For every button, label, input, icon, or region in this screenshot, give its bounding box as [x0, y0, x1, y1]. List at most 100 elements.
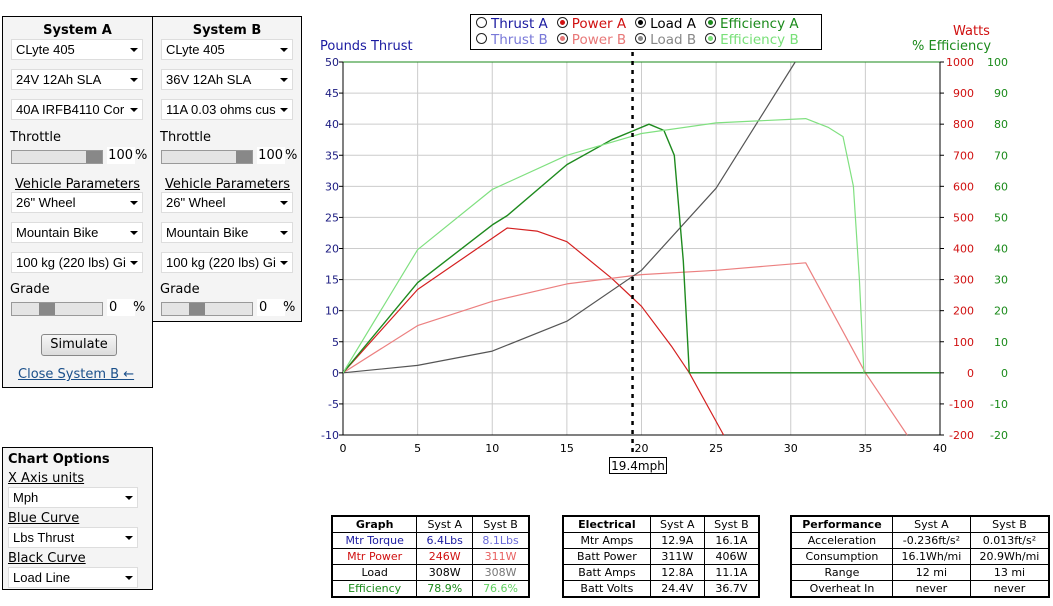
legend-item-load-a[interactable]: Load A: [635, 16, 696, 32]
y-left-tick-label: -5: [328, 398, 339, 411]
header-cell: Syst B: [969, 515, 1050, 533]
graph-table: Graph Syst A Syst B Mtr Torque 6.4Lbs 8.1Lbs M…: [331, 515, 530, 598]
watts-tick-label: 200: [953, 305, 974, 318]
y-left-tick-label: 15: [325, 274, 339, 287]
efficiency-tick-label: 40: [994, 243, 1008, 256]
table-row: Batt Amps 12.8A 11.1A: [562, 564, 760, 581]
table-row: Consumption 16.1Wh/mi 20.9Wh/mi: [790, 548, 1050, 565]
y-left-tick-label: 30: [325, 180, 339, 193]
watts-tick-label: -200: [949, 429, 974, 442]
table-cell: 0.013ft/s²: [969, 532, 1050, 549]
legend-label: Efficiency B: [720, 32, 799, 48]
table-cell: 12 mi: [891, 564, 971, 581]
x-tick-label: 35: [858, 442, 872, 455]
y-left-tick-label: 25: [325, 211, 339, 224]
table-cell: 11.1A: [703, 564, 760, 581]
table-row: Mtr Amps 12.9A 16.1A: [562, 532, 760, 549]
x-tick-label: 30: [784, 442, 798, 455]
legend-label: Thrust B: [491, 32, 548, 48]
radio-button[interactable]: [476, 17, 487, 28]
table-cell: Mtr Amps: [562, 532, 651, 549]
legend-item-thrust-b[interactable]: Thrust B: [476, 32, 548, 48]
x-tick-label: 15: [560, 442, 574, 455]
table-row: Range 12 mi 13 mi: [790, 564, 1050, 581]
table-cell: Batt Power: [562, 548, 651, 565]
radio-button[interactable]: [556, 33, 568, 44]
table-cell: 16.1Wh/mi: [891, 548, 971, 565]
table-cell: Consumption: [790, 548, 893, 565]
table-cell: Load: [331, 564, 418, 581]
table-cell: 311W: [472, 548, 530, 565]
header-cell: Performance: [790, 515, 893, 533]
electrical-table: Electrical Syst A Syst B Mtr Amps 12.9A 16.1A…: [562, 515, 760, 598]
table-row: Mtr Power 246W 311W: [331, 548, 530, 565]
legend-item-thrust-a[interactable]: Thrust A: [476, 16, 548, 32]
legend-item-power-a[interactable]: Power A: [556, 16, 626, 32]
legend-row-b: Thrust B Power B Load B Efficiency B: [476, 32, 808, 48]
table-cell: 6.4Lbs: [416, 532, 474, 549]
legend-label: Thrust A: [491, 16, 548, 32]
radio-button[interactable]: [635, 33, 647, 44]
header-cell: Graph: [331, 515, 418, 533]
table-row: Overheat In never never: [790, 580, 1050, 598]
radio-button[interactable]: [635, 17, 647, 28]
radio-button[interactable]: [476, 33, 487, 44]
table-row: Batt Power 311W 406W: [562, 548, 760, 565]
watts-tick-label: 1000: [946, 56, 974, 69]
y-left-tick-label: 5: [332, 336, 339, 349]
legend-item-efficiency-a[interactable]: Efficiency A: [705, 16, 799, 32]
legend-row-a: Thrust A Power A Load A Efficiency A: [476, 16, 808, 32]
watts-tick-label: 500: [953, 211, 974, 224]
header-cell: Syst A: [416, 515, 474, 533]
table-cell: 36.7V: [703, 580, 760, 598]
legend-item-power-b[interactable]: Power B: [556, 32, 626, 48]
x-tick-label: 0: [340, 442, 347, 455]
table-header: Electrical Syst A Syst B: [562, 515, 760, 533]
watts-tick-label: 900: [953, 87, 974, 100]
table-cell: Overheat In: [790, 580, 893, 598]
table-cell: never: [969, 580, 1050, 598]
watts-tick-label: 800: [953, 118, 974, 131]
watts-tick-label: 600: [953, 180, 974, 193]
x-tick-label: 20: [635, 442, 649, 455]
table-cell: Batt Volts: [562, 580, 651, 598]
legend-item-efficiency-b[interactable]: Efficiency B: [705, 32, 799, 48]
radio-button[interactable]: [556, 17, 568, 28]
table-cell: 13 mi: [969, 564, 1050, 581]
table-cell: 8.1Lbs: [472, 532, 530, 549]
y-left-tick-label: 45: [325, 87, 339, 100]
table-cell: Mtr Power: [331, 548, 418, 565]
table-header: Performance Syst A Syst B: [790, 515, 1050, 533]
watts-tick-label: 700: [953, 149, 974, 162]
x-tick-label: 5: [414, 442, 421, 455]
legend-item-load-b[interactable]: Load B: [635, 32, 696, 48]
efficiency-tick-label: 70: [994, 149, 1008, 162]
table-cell: Efficiency: [331, 580, 418, 598]
header-cell: Syst B: [703, 515, 760, 533]
efficiency-tick-label: 50: [994, 211, 1008, 224]
y-left-tick-label: -10: [321, 429, 339, 442]
efficiency-tick-label: 90: [994, 87, 1008, 100]
table-cell: 406W: [703, 548, 760, 565]
legend-label: Efficiency A: [720, 16, 799, 32]
table-cell: Mtr Torque: [331, 532, 418, 549]
legend-label: Load A: [650, 16, 697, 32]
efficiency-tick-label: -20: [990, 429, 1008, 442]
y-left-tick-label: 50: [325, 56, 339, 69]
cursor-speed-label[interactable]: 19.4mph: [609, 457, 667, 474]
y-left-tick-label: 10: [325, 305, 339, 318]
radio-button[interactable]: [705, 17, 717, 28]
efficiency-tick-label: 100: [987, 56, 1008, 69]
watts-tick-label: 400: [953, 243, 974, 256]
header-cell: Electrical: [562, 515, 651, 533]
table-cell: 16.1A: [703, 532, 760, 549]
table-cell: 24.4V: [649, 580, 705, 598]
efficiency-axis-label: % Efficiency: [912, 39, 992, 54]
y-left-tick-label: 40: [325, 118, 339, 131]
table-cell: -0.236ft/s²: [891, 532, 971, 549]
table-cell: 78.9%: [416, 580, 474, 598]
radio-button[interactable]: [705, 33, 717, 44]
header-cell: Syst A: [649, 515, 705, 533]
table-cell: 12.9A: [649, 532, 705, 549]
table-cell: 308W: [472, 564, 530, 581]
